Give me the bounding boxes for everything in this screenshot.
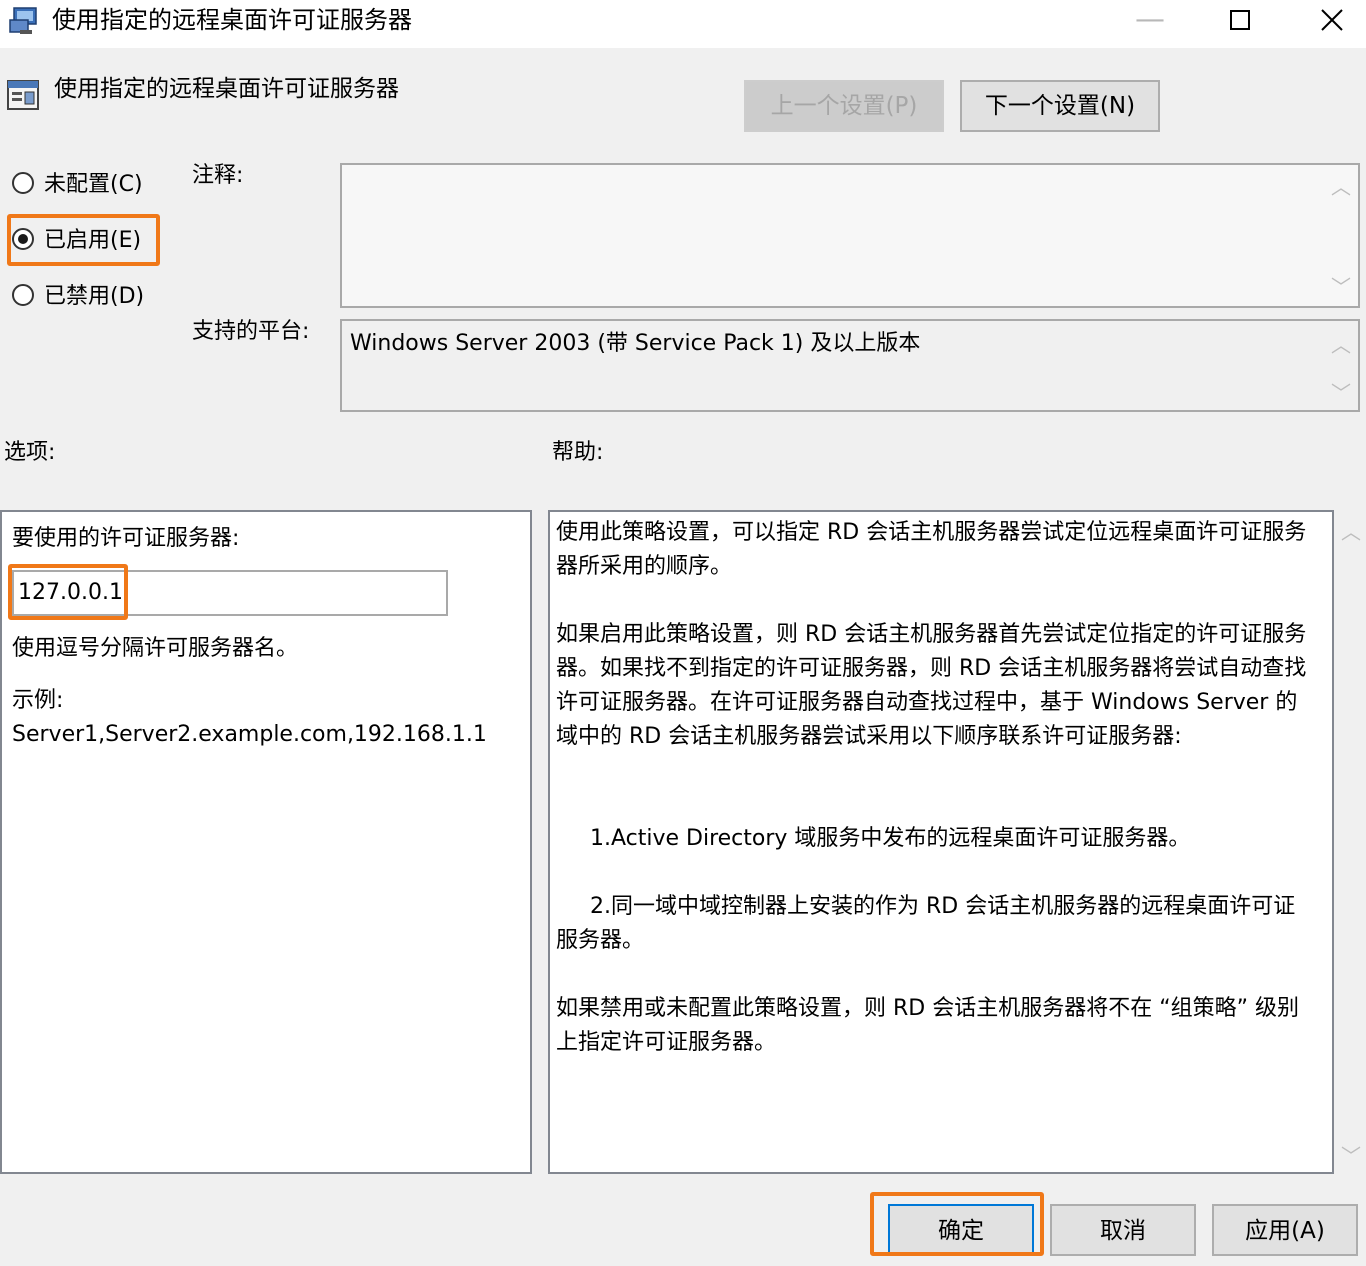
comment-textarea[interactable]: ︿ ﹀ <box>340 163 1360 308</box>
cancel-button[interactable]: 取消 <box>1050 1204 1196 1256</box>
policy-app-icon <box>9 7 37 34</box>
help-scroll-down-icon[interactable]: ﹀ <box>1338 1140 1364 1169</box>
previous-setting-button[interactable]: 上一个设置(P) <box>744 80 944 132</box>
ok-highlight <box>870 1192 1044 1256</box>
policy-name: 使用指定的远程桌面许可证服务器 <box>54 76 399 102</box>
hint-text: 使用逗号分隔许可服务器名。 <box>12 636 299 661</box>
next-setting-button[interactable]: 下一个设置(N) <box>960 80 1160 132</box>
help-panel: 使用此策略设置，可以指定 RD 会话主机服务器尝试定位远程桌面许可证服务器所采用… <box>548 510 1334 1174</box>
comment-label: 注释: <box>192 163 244 188</box>
help-paragraph-4: 2.同一域中域控制器上安装的作为 RD 会话主机服务器的远程桌面许可证服务器。 <box>556 894 1296 953</box>
maximize-button[interactable] <box>1195 0 1285 40</box>
radio-circle[interactable] <box>12 284 34 306</box>
close-button[interactable] <box>1287 0 1366 40</box>
apply-button[interactable]: 应用(A) <box>1212 1204 1358 1256</box>
radio-label: 未配置(C) <box>44 172 143 197</box>
help-label: 帮助: <box>552 440 604 465</box>
options-label: 选项: <box>4 440 56 465</box>
help-scroll-up-icon[interactable]: ︿ <box>1338 516 1364 545</box>
radio-label: 已禁用(D) <box>44 284 145 309</box>
help-paragraph-2: 如果启用此策略设置，则 RD 会话主机服务器首先尝试定位指定的许可证服务器。如果… <box>556 622 1307 749</box>
example-label: 示例: <box>12 688 64 713</box>
scroll-down-icon[interactable]: ﹀ <box>1328 377 1354 406</box>
server-value-highlight <box>8 564 128 620</box>
platform-value: Windows Server 2003 (带 Service Pack 1) 及… <box>350 331 921 356</box>
platform-label: 支持的平台: <box>192 319 310 344</box>
enabled-highlight <box>7 214 160 266</box>
server-label: 要使用的许可证服务器: <box>12 526 240 551</box>
scroll-down-icon[interactable]: ﹀ <box>1328 271 1354 300</box>
window-title: 使用指定的远程桌面许可证服务器 <box>52 6 412 34</box>
platform-field: Windows Server 2003 (带 Service Pack 1) 及… <box>340 319 1360 412</box>
scroll-up-icon[interactable]: ︿ <box>1328 171 1354 200</box>
close-icon <box>1321 9 1343 31</box>
help-paragraph-5: 如果禁用或未配置此策略设置，则 RD 会话主机服务器将不在 “组策略” 级别上指… <box>556 996 1299 1055</box>
policy-setting-icon <box>7 80 39 110</box>
minimize-button[interactable]: — <box>1105 0 1195 40</box>
maximize-icon <box>1230 10 1250 30</box>
radio-circle[interactable] <box>12 172 34 194</box>
help-paragraph-3: 1.Active Directory 域服务中发布的远程桌面许可证服务器。 <box>590 826 1191 851</box>
example-value: Server1,Server2.example.com,192.168.1.1 <box>12 722 487 747</box>
scroll-up-icon[interactable]: ︿ <box>1328 329 1354 358</box>
help-paragraph-1: 使用此策略设置，可以指定 RD 会话主机服务器尝试定位远程桌面许可证服务器所采用… <box>556 520 1307 579</box>
